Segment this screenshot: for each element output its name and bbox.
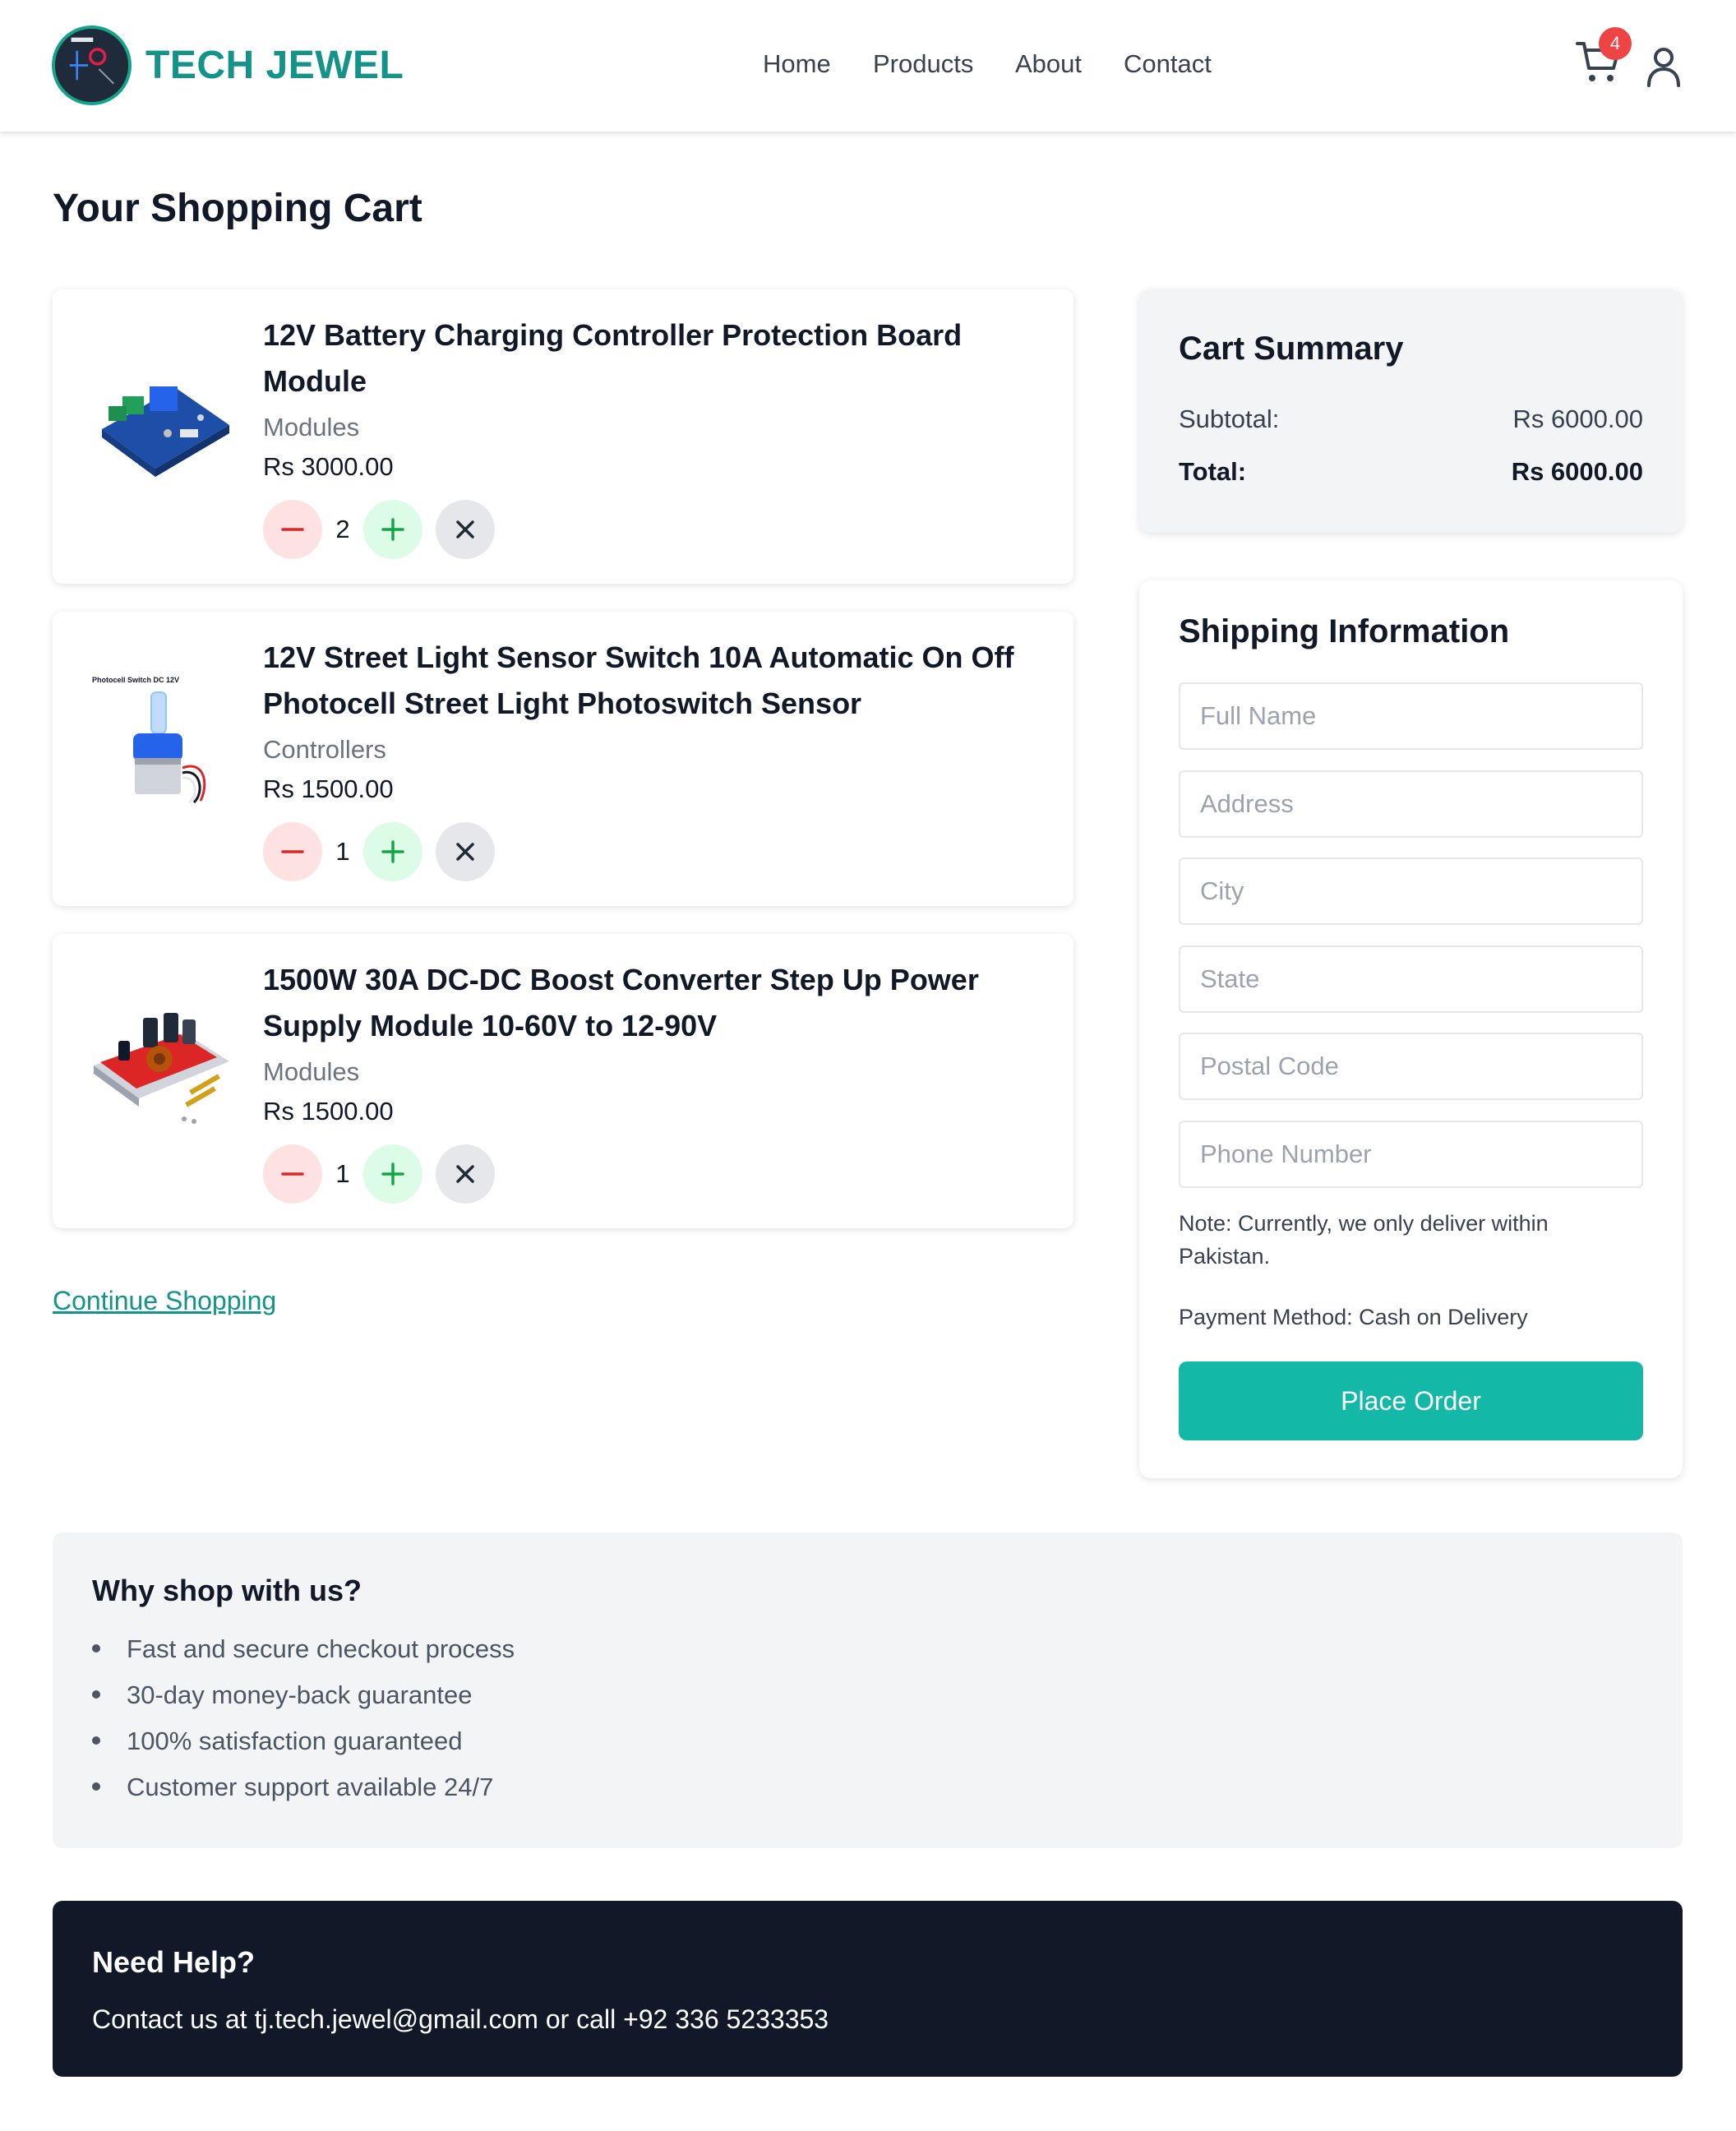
payment-method: Payment Method: Cash on Delivery bbox=[1179, 1305, 1528, 1329]
nav-contact[interactable]: Contact bbox=[1124, 49, 1212, 79]
place-order-button[interactable]: Place Order bbox=[1179, 1361, 1643, 1440]
user-icon[interactable] bbox=[1646, 46, 1682, 87]
product-category: Modules bbox=[263, 413, 360, 441]
subtotal-label: Subtotal: bbox=[1179, 404, 1280, 433]
nav-home[interactable]: Home bbox=[763, 49, 831, 79]
summary-title: Cart Summary bbox=[1179, 331, 1404, 367]
help-title: Need Help? bbox=[92, 1945, 256, 1979]
page-title: Your Shopping Cart bbox=[53, 187, 422, 230]
increase-quantity-button[interactable] bbox=[363, 500, 422, 559]
list-item: Fast and secure checkout process bbox=[92, 1634, 515, 1664]
shipping-form: Shipping Information Note: Currently, we… bbox=[1139, 580, 1683, 1478]
quantity-value: 2 bbox=[335, 515, 350, 543]
delivery-note: Note: Currently, we only deliver within … bbox=[1179, 1211, 1549, 1269]
list-item: 30-day money-back guarantee bbox=[92, 1680, 472, 1710]
remove-item-button[interactable] bbox=[436, 500, 495, 559]
list-item: Customer support available 24/7 bbox=[92, 1773, 493, 1802]
product-price: Rs 3000.00 bbox=[263, 452, 394, 481]
why-shop-section: Why shop with us? Fast and secure checko… bbox=[53, 1532, 1683, 1848]
logo-icon[interactable] bbox=[52, 25, 132, 105]
nav-about[interactable]: About bbox=[1015, 49, 1082, 79]
state-field[interactable] bbox=[1179, 945, 1643, 1013]
subtotal-value: Rs 6000.00 bbox=[1512, 404, 1643, 433]
city-field[interactable] bbox=[1179, 857, 1643, 925]
product-image bbox=[85, 983, 242, 1139]
image-caption: Photocell Switch DC 12V bbox=[92, 676, 179, 684]
cart-item: 12V Battery Charging Controller Protecti… bbox=[53, 289, 1073, 584]
help-contact-text: Contact us at tj.tech.jewel@gmail.com or… bbox=[92, 2004, 829, 2034]
quantity-value: 1 bbox=[335, 1159, 350, 1188]
decrease-quantity-button[interactable] bbox=[263, 1144, 322, 1204]
nav-products[interactable]: Products bbox=[873, 49, 973, 79]
decrease-quantity-button[interactable] bbox=[263, 822, 322, 881]
product-category: Controllers bbox=[263, 735, 386, 764]
cart-summary: Cart Summary Subtotal: Rs 6000.00 Total:… bbox=[1139, 289, 1683, 533]
cart-item: 1500W 30A DC-DC Boost Converter Step Up … bbox=[53, 934, 1073, 1228]
brand-name[interactable]: TECH JEWEL bbox=[145, 43, 404, 88]
increase-quantity-button[interactable] bbox=[363, 1144, 422, 1204]
product-image bbox=[85, 339, 242, 495]
shipping-title: Shipping Information bbox=[1179, 613, 1510, 649]
product-price: Rs 1500.00 bbox=[263, 774, 394, 803]
continue-shopping-link[interactable]: Continue Shopping bbox=[53, 1286, 276, 1316]
increase-quantity-button[interactable] bbox=[363, 822, 422, 881]
postal-code-field[interactable] bbox=[1179, 1033, 1643, 1100]
decrease-quantity-button[interactable] bbox=[263, 500, 322, 559]
total-label: Total: bbox=[1179, 457, 1247, 486]
list-item: 100% satisfaction guaranteed bbox=[92, 1727, 462, 1756]
product-image: Photocell Switch DC 12V bbox=[85, 661, 242, 817]
address-field[interactable] bbox=[1179, 770, 1643, 838]
product-price: Rs 1500.00 bbox=[263, 1097, 394, 1126]
cart-count-badge: 4 bbox=[1599, 27, 1632, 60]
remove-item-button[interactable] bbox=[436, 1144, 495, 1204]
phone-number-field[interactable] bbox=[1179, 1121, 1643, 1188]
remove-item-button[interactable] bbox=[436, 822, 495, 881]
product-category: Modules bbox=[263, 1057, 360, 1086]
product-name[interactable]: 12V Street Light Sensor Switch 10A Autom… bbox=[263, 635, 1052, 727]
why-title: Why shop with us? bbox=[92, 1574, 362, 1607]
cart-item: Photocell Switch DC 12V 12V Street Light… bbox=[53, 612, 1073, 906]
site-header: TECH JEWEL Home Products About Contact 4 bbox=[0, 0, 1736, 132]
help-section: Need Help? Contact us at tj.tech.jewel@g… bbox=[53, 1901, 1683, 2077]
product-name[interactable]: 1500W 30A DC-DC Boost Converter Step Up … bbox=[263, 957, 1052, 1049]
total-value: Rs 6000.00 bbox=[1511, 457, 1643, 486]
full-name-field[interactable] bbox=[1179, 682, 1643, 750]
quantity-value: 1 bbox=[335, 837, 350, 866]
product-name[interactable]: 12V Battery Charging Controller Protecti… bbox=[263, 312, 1052, 404]
